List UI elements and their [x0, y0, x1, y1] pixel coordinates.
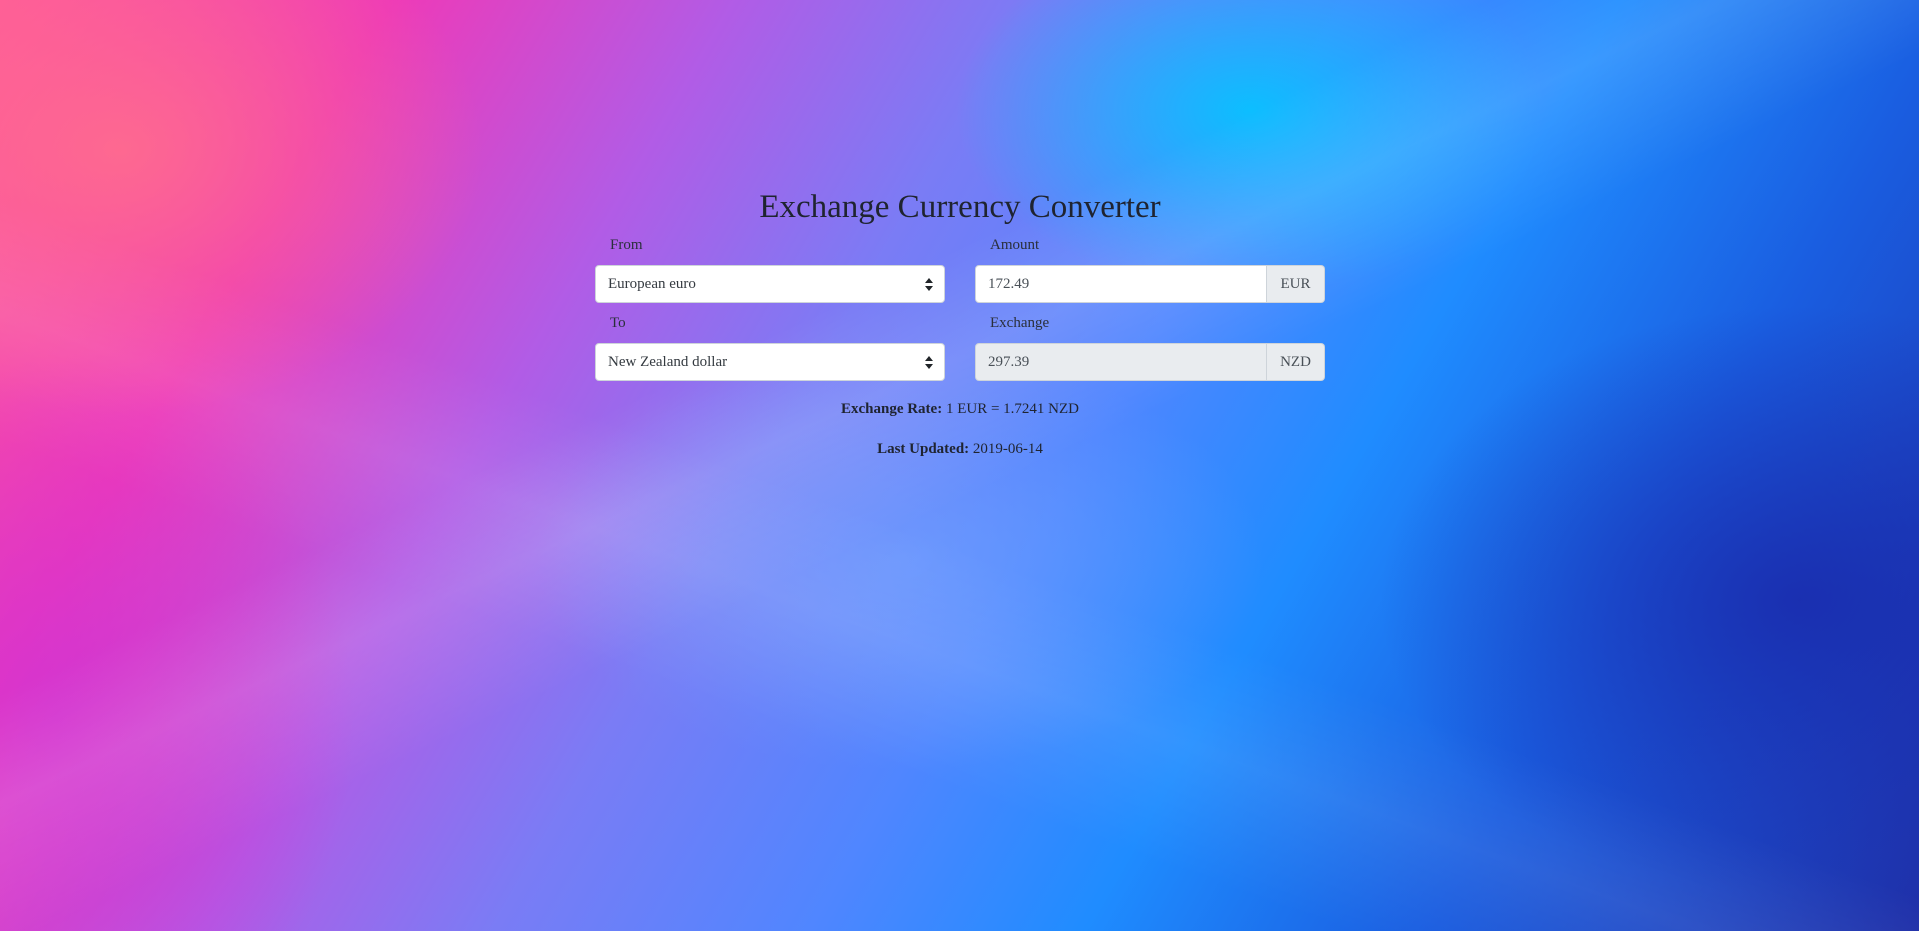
sort-caret-icon [925, 356, 933, 369]
to-row: To New Zealand dollar Exchange 297.39 NZ… [595, 313, 1325, 381]
to-group: To New Zealand dollar [595, 313, 945, 381]
amount-currency-addon: EUR [1267, 265, 1325, 303]
from-label: From [610, 237, 643, 253]
exchange-input-group: 297.39 NZD [975, 343, 1325, 381]
page-title: Exchange Currency Converter [759, 189, 1161, 225]
exchange-rate-value: 1 EUR = 1.7241 NZD [945, 401, 1080, 417]
amount-input-group: 172.49 EUR [975, 265, 1325, 303]
last-updated-line: Last Updated: 2019-06-14 [595, 439, 1325, 459]
to-currency-value: New Zealand dollar [608, 354, 728, 370]
exchange-rate-line: Exchange Rate: 1 EUR = 1.7241 NZD [595, 399, 1325, 419]
exchange-rate-label: Exchange Rate: [840, 401, 943, 417]
from-group: From European euro [595, 235, 945, 303]
from-row: From European euro Amount 172.49 EUR [595, 235, 1325, 303]
amount-label: Amount [990, 237, 1040, 253]
background-wallpaper [0, 0, 1919, 931]
last-updated-value: 2019-06-14 [972, 441, 1043, 457]
exchange-result-field: 297.39 [975, 343, 1267, 381]
from-currency-select[interactable]: European euro [595, 265, 945, 303]
to-label: To [610, 315, 626, 331]
to-currency-select[interactable]: New Zealand dollar [595, 343, 945, 381]
converter-panel: Exchange Currency Converter From Europea… [595, 185, 1325, 459]
exchange-group: Exchange 297.39 NZD [975, 313, 1325, 381]
exchange-label: Exchange [990, 315, 1050, 331]
amount-input[interactable]: 172.49 [975, 265, 1267, 303]
sort-caret-icon [925, 278, 933, 291]
exchange-currency-addon: NZD [1267, 343, 1325, 381]
last-updated-label: Last Updated: [877, 441, 970, 457]
amount-group: Amount 172.49 EUR [975, 235, 1325, 303]
from-currency-value: European euro [608, 276, 696, 292]
